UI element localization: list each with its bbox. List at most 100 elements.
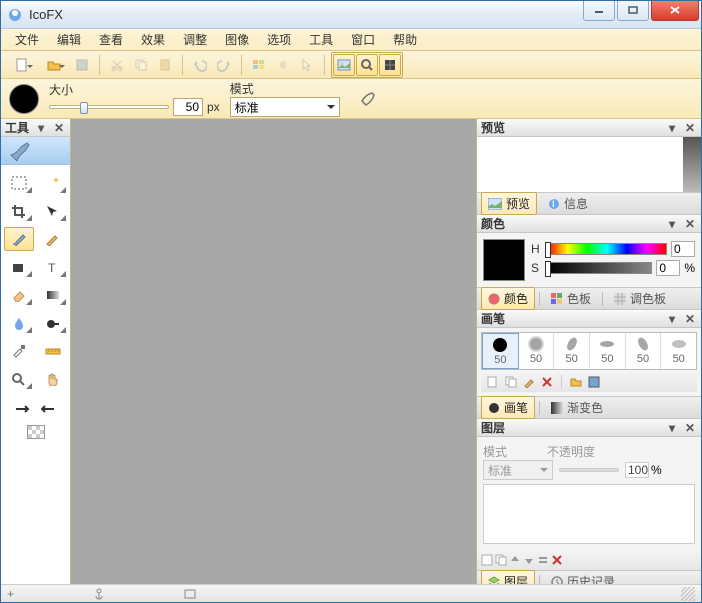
tool-measure[interactable]: [38, 339, 68, 363]
brush-delete-icon[interactable]: [539, 374, 555, 390]
tab-color[interactable]: 颜色: [481, 287, 535, 310]
tool-wand[interactable]: [38, 171, 68, 195]
canvas-area[interactable]: [71, 119, 476, 584]
brush-preset-3[interactable]: 50: [590, 333, 626, 369]
redo-button[interactable]: [213, 54, 235, 76]
layer-down-icon[interactable]: [523, 554, 535, 566]
brush-save-icon[interactable]: [586, 374, 602, 390]
tab-gradient[interactable]: 渐变色: [544, 396, 610, 419]
copy-button[interactable]: [130, 54, 152, 76]
maximize-button[interactable]: [617, 1, 649, 21]
brush-preset-5[interactable]: 50: [661, 333, 696, 369]
tool-pencil[interactable]: [38, 227, 68, 251]
transparency-swatch[interactable]: [27, 425, 45, 439]
layer-list[interactable]: [483, 484, 695, 544]
minimize-button[interactable]: [583, 1, 615, 21]
color-close-icon[interactable]: ✕: [683, 217, 697, 231]
layer-close-icon[interactable]: ✕: [683, 421, 697, 435]
layer-delete-icon[interactable]: [551, 554, 563, 566]
menu-image[interactable]: 图像: [217, 29, 257, 50]
sat-input[interactable]: 0: [656, 260, 680, 276]
tool-marquee[interactable]: [4, 171, 34, 195]
save-button[interactable]: [71, 54, 93, 76]
tool-zoom[interactable]: [4, 367, 34, 391]
brush-edit-icon[interactable]: [521, 374, 537, 390]
cursor-icon[interactable]: [296, 54, 318, 76]
view-zoom-button[interactable]: [356, 54, 378, 76]
layer-mode-combo[interactable]: 标准: [483, 460, 553, 480]
foreground-color-swatch[interactable]: [483, 239, 525, 281]
os-windows-icon[interactable]: [248, 54, 270, 76]
tools-collapse-icon[interactable]: ▾: [34, 121, 48, 135]
menu-tools[interactable]: 工具: [301, 29, 341, 50]
tab-info[interactable]: i信息: [541, 192, 595, 215]
open-button[interactable]: [39, 54, 69, 76]
brush-preset-2[interactable]: 50: [554, 333, 590, 369]
tool-eraser[interactable]: [4, 283, 34, 307]
view-image-button[interactable]: [333, 54, 355, 76]
tab-brush[interactable]: 画笔: [481, 396, 535, 419]
layer-new-icon[interactable]: [481, 554, 493, 566]
paste-button[interactable]: [154, 54, 176, 76]
layer-panel-title: 图层: [481, 419, 661, 436]
menu-effects[interactable]: 效果: [133, 29, 173, 50]
airbrush-icon[interactable]: [360, 91, 378, 107]
brush-collapse-icon[interactable]: ▾: [665, 312, 679, 326]
layer-merge-icon[interactable]: [537, 554, 549, 566]
tool-blur[interactable]: [4, 311, 34, 335]
layer-mode-label: 模式: [483, 443, 507, 460]
layer-dup-icon[interactable]: [495, 554, 507, 566]
brush-new-icon[interactable]: [485, 374, 501, 390]
layer-collapse-icon[interactable]: ▾: [665, 421, 679, 435]
mode-combo[interactable]: 标准: [230, 97, 340, 117]
tool-move[interactable]: [38, 199, 68, 223]
tool-crop[interactable]: [4, 199, 34, 223]
tool-brush[interactable]: [4, 227, 34, 251]
hue-slider[interactable]: [547, 243, 667, 255]
brush-open-icon[interactable]: [568, 374, 584, 390]
undo-button[interactable]: [189, 54, 211, 76]
layer-up-icon[interactable]: [509, 554, 521, 566]
hue-input[interactable]: 0: [671, 241, 695, 257]
brush-close-icon[interactable]: ✕: [683, 312, 697, 326]
tool-eyedropper[interactable]: [4, 339, 34, 363]
brush-dup-icon[interactable]: [503, 374, 519, 390]
app-title: IcoFX: [29, 7, 583, 22]
size-slider[interactable]: [49, 105, 169, 109]
menu-view[interactable]: 查看: [91, 29, 131, 50]
menu-file[interactable]: 文件: [7, 29, 47, 50]
menu-adjust[interactable]: 调整: [175, 29, 215, 50]
default-colors-icon[interactable]: [41, 403, 57, 415]
cut-button[interactable]: [106, 54, 128, 76]
os-mac-icon[interactable]: [272, 54, 294, 76]
close-button[interactable]: [651, 1, 699, 21]
tab-palette[interactable]: 调色板: [607, 287, 673, 310]
tool-hand[interactable]: [38, 367, 68, 391]
tab-swatches[interactable]: 色板: [544, 287, 598, 310]
tool-dodge[interactable]: [38, 311, 68, 335]
tab-preview[interactable]: 预览: [481, 192, 537, 215]
new-button[interactable]: [7, 54, 37, 76]
swap-colors-icon[interactable]: [15, 403, 31, 415]
menu-window[interactable]: 窗口: [343, 29, 383, 50]
brush-preset-4[interactable]: 50: [626, 333, 662, 369]
tool-gradient[interactable]: [38, 283, 68, 307]
tools-close-icon[interactable]: ✕: [52, 121, 66, 135]
view-grid-button[interactable]: [379, 54, 401, 76]
opacity-input[interactable]: 100: [625, 462, 649, 478]
menu-help[interactable]: 帮助: [385, 29, 425, 50]
color-collapse-icon[interactable]: ▾: [665, 217, 679, 231]
preview-close-icon[interactable]: ✕: [683, 121, 697, 135]
menu-edit[interactable]: 编辑: [49, 29, 89, 50]
tool-fill[interactable]: [4, 255, 34, 279]
brush-preset-0[interactable]: 50: [482, 333, 519, 369]
size-input[interactable]: 50: [173, 98, 203, 116]
brush-preset-1[interactable]: 50: [519, 333, 555, 369]
tool-text[interactable]: T: [38, 255, 68, 279]
menu-options[interactable]: 选项: [259, 29, 299, 50]
preview-collapse-icon[interactable]: ▾: [665, 121, 679, 135]
statusbar: +: [1, 584, 701, 602]
opacity-slider[interactable]: [559, 468, 619, 472]
resize-grip[interactable]: [681, 587, 695, 601]
sat-slider[interactable]: [547, 262, 652, 274]
